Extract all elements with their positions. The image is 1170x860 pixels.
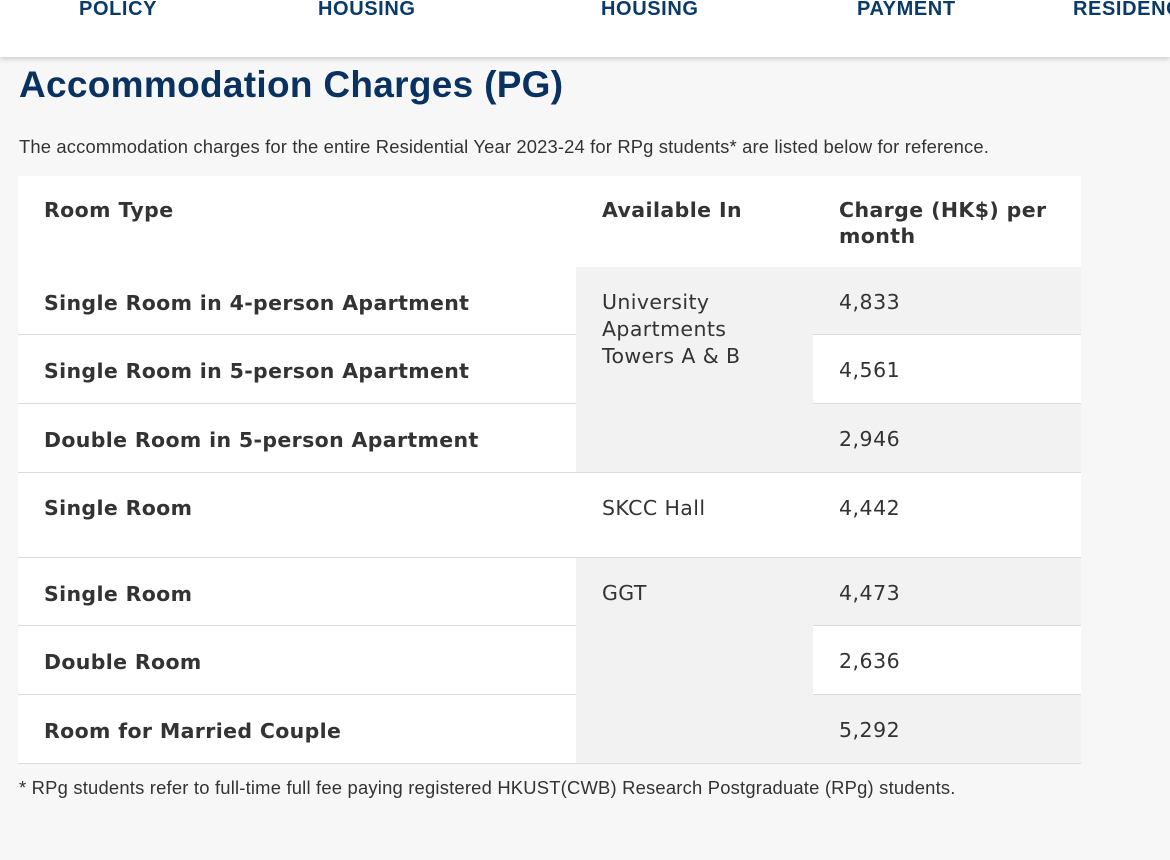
header-charge-line-2: month [839,224,916,248]
nav-item-housing[interactable]: HOUSING [318,0,416,21]
nav-item-housing-2[interactable]: HOUSING [601,0,699,21]
top-navigation: POLICY HOUSING HOUSING PAYMENT RESIDENC [0,0,1170,57]
charge-cell: 4,442 [813,473,1081,558]
charge-cell: 4,473 [813,558,1081,626]
charge-cell: 4,561 [813,335,1081,404]
charge-cell: 2,946 [813,404,1081,473]
header-available-in: Available In [576,176,813,267]
room-type-cell: Single Room [18,558,576,626]
header-charge-line-1: Charge (HK$) per [839,198,1047,222]
location-line: Towers A & B [602,344,741,368]
footnote: * RPg students refer to full-time full f… [19,777,956,798]
location-line: Apartments [602,317,727,341]
header-charge: Charge (HK$) per month [813,176,1081,267]
charge-cell: 4,833 [813,267,1081,335]
nav-item-policy[interactable]: POLICY [79,0,157,21]
header-room-type: Room Type [18,176,576,267]
room-type-cell: Single Room in 4-person Apartment [18,267,576,335]
accommodation-charges-table: Room Type Available In Charge (HK$) per … [18,176,1081,764]
room-type-cell: Double Room [18,626,576,695]
location-line: University [602,290,710,314]
room-type-cell: Single Room in 5-person Apartment [18,335,576,404]
charge-cell: 2,636 [813,626,1081,695]
intro-text: The accommodation charges for the entire… [19,136,990,157]
charge-cell: 5,292 [813,695,1081,764]
available-in-cell: SKCC Hall [576,473,813,558]
available-in-cell: University Apartments Towers A & B [576,267,813,473]
page-title: Accommodation Charges (PG) [19,64,564,105]
nav-item-payment[interactable]: PAYMENT [857,0,956,21]
room-type-cell: Single Room [18,473,576,558]
nav-item-residence[interactable]: RESIDENC [1073,0,1170,21]
available-in-cell: GGT [576,558,813,764]
room-type-cell: Double Room in 5-person Apartment [18,404,576,473]
room-type-cell: Room for Married Couple [18,695,576,764]
